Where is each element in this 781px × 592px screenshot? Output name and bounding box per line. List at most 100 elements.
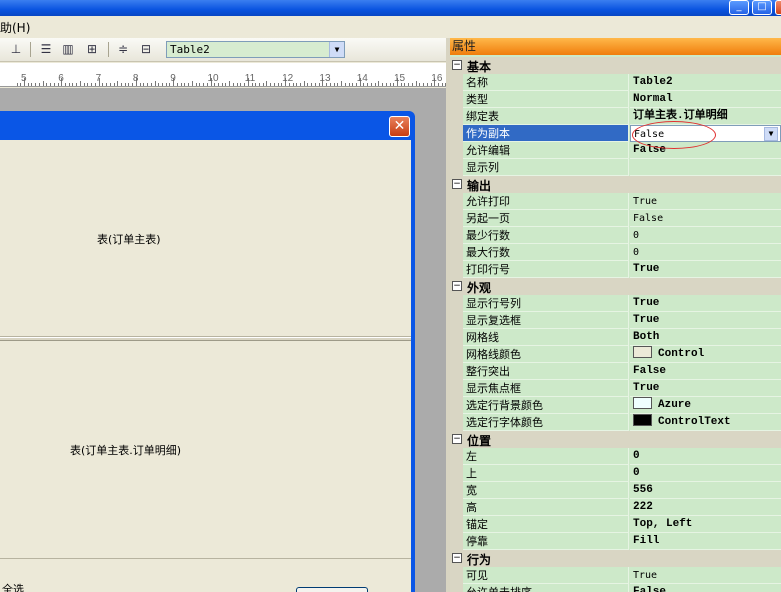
- property-value[interactable]: False: [630, 142, 781, 159]
- align-bottom-icon[interactable]: ⊥: [8, 41, 24, 57]
- form-button[interactable]: [296, 587, 368, 592]
- property-name[interactable]: 另起一页: [463, 210, 629, 227]
- minimize-button[interactable]: _: [729, 0, 749, 15]
- property-value[interactable]: 0: [630, 448, 781, 465]
- property-value[interactable]: ControlText: [630, 414, 781, 431]
- property-value[interactable]: [630, 159, 781, 176]
- property-row[interactable]: 网格线颜色 Control: [450, 346, 781, 363]
- property-row[interactable]: 打印行号 True: [450, 261, 781, 278]
- property-name[interactable]: 整行突出: [463, 363, 629, 380]
- category-row[interactable]: − 基本: [450, 57, 781, 74]
- property-row[interactable]: 显示复选框 True: [450, 312, 781, 329]
- property-value[interactable]: True: [630, 567, 781, 584]
- property-row[interactable]: 左0: [450, 448, 781, 465]
- property-row[interactable]: 名称 Table2: [450, 74, 781, 91]
- property-value[interactable]: True: [630, 380, 781, 397]
- property-name[interactable]: 最少行数: [463, 227, 629, 244]
- property-value[interactable]: Fill: [630, 533, 781, 550]
- collapse-icon[interactable]: −: [452, 434, 462, 444]
- property-value[interactable]: True: [630, 193, 781, 210]
- property-name[interactable]: 停靠: [463, 533, 629, 550]
- same-size-icon[interactable]: ▥: [60, 41, 76, 57]
- chevron-down-icon[interactable]: ▼: [329, 42, 344, 57]
- property-name[interactable]: 允许单击排序: [463, 584, 629, 592]
- property-name[interactable]: 上: [463, 465, 629, 482]
- property-row[interactable]: 最大行数 0: [450, 244, 781, 261]
- property-name[interactable]: 打印行号: [463, 261, 629, 278]
- property-value[interactable]: Azure: [630, 397, 781, 414]
- property-value[interactable]: 订单主表.订单明细: [630, 108, 781, 125]
- property-value[interactable]: Control: [630, 346, 781, 363]
- menu-item-help[interactable]: 助(H): [0, 19, 30, 36]
- property-row[interactable]: 显示焦点框 True: [450, 380, 781, 397]
- property-row[interactable]: 网格线 Both: [450, 329, 781, 346]
- table-panel-master[interactable]: 表(订单主表): [0, 141, 411, 337]
- category-row[interactable]: − 外观: [450, 278, 781, 295]
- property-name[interactable]: 名称: [463, 74, 629, 91]
- property-value[interactable]: 0: [630, 465, 781, 482]
- property-value[interactable]: Top, Left: [630, 516, 781, 533]
- property-name[interactable]: 允许编辑: [463, 142, 629, 159]
- property-value[interactable]: True: [630, 295, 781, 312]
- property-name[interactable]: 锚定: [463, 516, 629, 533]
- property-name[interactable]: 选定行字体颜色: [463, 414, 629, 431]
- property-name[interactable]: 绑定表: [463, 108, 629, 125]
- collapse-icon[interactable]: −: [452, 553, 462, 563]
- property-value[interactable]: True: [630, 261, 781, 278]
- property-row[interactable]: 允许单击排序 False: [450, 584, 781, 592]
- property-row[interactable]: 宽 556: [450, 482, 781, 499]
- property-name[interactable]: 显示焦点框: [463, 380, 629, 397]
- chevron-down-icon[interactable]: ▼: [764, 127, 778, 141]
- collapse-icon[interactable]: −: [452, 60, 462, 70]
- property-value[interactable]: 0: [630, 244, 781, 261]
- property-row[interactable]: 选定行背景颜色 Azure: [450, 397, 781, 414]
- table-panel-detail[interactable]: 表(订单主表.订单明细): [0, 342, 411, 559]
- property-name[interactable]: 网格线颜色: [463, 346, 629, 363]
- property-row[interactable]: 显示行号列 True: [450, 295, 781, 312]
- property-name[interactable]: 显示复选框: [463, 312, 629, 329]
- form-close-button[interactable]: ✕: [389, 116, 410, 137]
- category-row[interactable]: − 行为: [450, 550, 781, 567]
- property-row[interactable]: 允许打印 True: [450, 193, 781, 210]
- property-row[interactable]: 绑定表 订单主表.订单明细: [450, 108, 781, 125]
- horizontal-spacing-icon[interactable]: ⊟: [138, 41, 154, 57]
- property-row[interactable]: 作为副本 False ▼: [450, 125, 781, 142]
- property-name[interactable]: 左: [463, 448, 629, 465]
- property-name[interactable]: 作为副本: [463, 125, 629, 142]
- property-row[interactable]: 锚定 Top, Left: [450, 516, 781, 533]
- close-button[interactable]: [775, 0, 781, 15]
- vertical-spacing-icon[interactable]: ≑: [115, 41, 131, 57]
- property-value[interactable]: True: [630, 312, 781, 329]
- property-name[interactable]: 可见: [463, 567, 629, 584]
- collapse-icon[interactable]: −: [452, 281, 462, 291]
- property-name[interactable]: 显示行号列: [463, 295, 629, 312]
- table-select[interactable]: Table2 ▼: [166, 41, 345, 58]
- property-value[interactable]: False: [630, 363, 781, 380]
- property-value[interactable]: Normal: [630, 91, 781, 108]
- property-row[interactable]: 可见 True: [450, 567, 781, 584]
- property-row[interactable]: 显示列: [450, 159, 781, 176]
- property-row[interactable]: 允许编辑 False: [450, 142, 781, 159]
- property-name[interactable]: 允许打印: [463, 193, 629, 210]
- property-name[interactable]: 高: [463, 499, 629, 516]
- property-value[interactable]: Both: [630, 329, 781, 346]
- category-row[interactable]: − 位置: [450, 431, 781, 448]
- property-row[interactable]: 最少行数 0: [450, 227, 781, 244]
- property-row[interactable]: 另起一页 False: [450, 210, 781, 227]
- property-name[interactable]: 最大行数: [463, 244, 629, 261]
- property-value[interactable]: 222: [630, 499, 781, 516]
- maximize-button[interactable]: □: [752, 0, 772, 15]
- property-name[interactable]: 类型: [463, 91, 629, 108]
- property-row[interactable]: 停靠 Fill: [450, 533, 781, 550]
- property-value[interactable]: False: [630, 210, 781, 227]
- same-height-icon[interactable]: ☰: [38, 41, 54, 57]
- category-row[interactable]: − 输出: [450, 176, 781, 193]
- center-icon[interactable]: ⊞: [84, 41, 100, 57]
- property-name[interactable]: 网格线: [463, 329, 629, 346]
- property-name[interactable]: 选定行背景颜色: [463, 397, 629, 414]
- property-row[interactable]: 整行突出 False: [450, 363, 781, 380]
- property-value[interactable]: False: [630, 584, 781, 592]
- property-row[interactable]: 选定行字体颜色 ControlText: [450, 414, 781, 431]
- property-value[interactable]: 556: [630, 482, 781, 499]
- select-all-label[interactable]: 全选: [2, 581, 24, 592]
